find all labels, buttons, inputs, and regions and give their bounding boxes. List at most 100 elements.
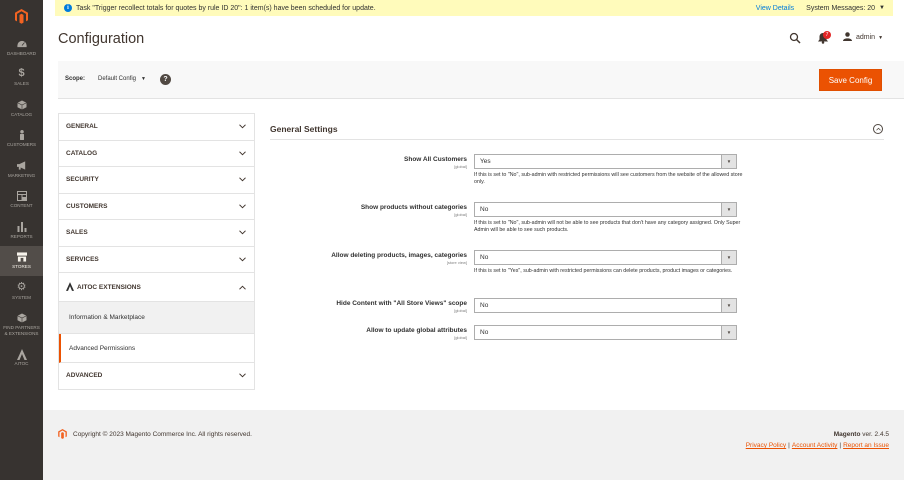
tab-catalog[interactable]: CATALOG: [59, 140, 254, 167]
system-message-bar: i Task "Trigger recollect totals for quo…: [55, 0, 893, 16]
privacy-policy-link[interactable]: Privacy Policy: [746, 442, 786, 449]
field-scope: [global]: [454, 164, 467, 169]
allow-deleting-select[interactable]: No ▼: [474, 250, 737, 265]
select-arrow-icon: ▼: [721, 251, 736, 264]
tab-label: AITOC EXTENSIONS: [77, 283, 141, 291]
tab-label: ADVANCED: [66, 372, 103, 380]
chevron-down-icon: [239, 202, 246, 211]
nav-aitoc[interactable]: AITOC: [0, 343, 43, 374]
tab-label: SERVICES: [66, 255, 99, 263]
chevron-down-icon[interactable]: ▼: [879, 5, 885, 11]
tab-security[interactable]: SECURITY: [59, 167, 254, 194]
tab-label: GENERAL: [66, 123, 98, 131]
magento-logo[interactable]: [0, 0, 43, 32]
nav-label: AITOC: [14, 361, 29, 366]
show-products-without-categories-select[interactable]: No ▼: [474, 202, 737, 217]
nav-system[interactable]: ⚙ SYSTEM: [0, 276, 43, 307]
scope-bar: Scope: Default Config ▼ ? Save Config: [58, 61, 904, 99]
separator: |: [839, 442, 842, 449]
field-label: Allow to update global attributes [global…: [366, 327, 467, 340]
nav-label: DASHBOARD: [6, 50, 37, 56]
tab-general[interactable]: GENERAL: [59, 114, 254, 141]
field-scope: [global]: [454, 308, 467, 313]
field-note: If this is set to "No", sub-admin with r…: [474, 172, 743, 186]
chevron-down-icon: [239, 228, 246, 237]
nav-label: CATALOG: [10, 111, 33, 117]
gear-icon: ⚙: [16, 280, 27, 293]
nav-label: SALES: [14, 81, 29, 86]
tab-aitoc-extensions[interactable]: AITOC EXTENSIONS: [59, 273, 254, 302]
user-icon: [843, 32, 852, 43]
chevron-down-icon: [239, 371, 246, 380]
nav-sales[interactable]: $ SALES: [0, 63, 43, 94]
dollar-icon: $: [18, 67, 25, 80]
view-details-link[interactable]: View Details: [756, 5, 794, 12]
system-messages-toggle[interactable]: System Messages: 20: [806, 5, 875, 12]
field-note: If this is set to "No", sub-admin will n…: [474, 220, 741, 234]
tab-customers[interactable]: CUSTOMERS: [59, 193, 254, 220]
cube-icon: [16, 100, 27, 110]
select-arrow-icon: ▼: [721, 299, 736, 312]
select-value: No: [480, 302, 489, 309]
report-issue-link[interactable]: Report an Issue: [843, 442, 889, 449]
scope-switcher[interactable]: Default Config ▼: [98, 76, 146, 82]
select-arrow-icon: ▼: [721, 155, 736, 168]
nav-catalog[interactable]: CATALOG: [0, 93, 43, 124]
save-config-button[interactable]: Save Config: [819, 69, 882, 91]
field-label-text: Hide Content with "All Store Views" scop…: [336, 300, 467, 307]
chevron-down-icon: [239, 122, 246, 131]
tab-sales[interactable]: SALES: [59, 220, 254, 247]
nav-label: REPORTS: [10, 233, 33, 239]
search-icon[interactable]: [789, 32, 801, 44]
magento-logo-icon: [58, 429, 67, 441]
chevron-down-icon: [239, 255, 246, 264]
field-label-text: Allow deleting products, images, categor…: [331, 252, 467, 259]
bar-chart-icon: [17, 221, 27, 232]
nav-label: MARKETING: [7, 172, 36, 178]
collapse-section-icon[interactable]: [873, 124, 883, 134]
tab-advanced[interactable]: ADVANCED: [59, 363, 254, 390]
field-scope: [store view]: [446, 260, 467, 265]
nav-reports[interactable]: REPORTS: [0, 215, 43, 246]
nav-content[interactable]: CONTENT: [0, 185, 43, 216]
subtab-advanced-permissions[interactable]: Advanced Permissions: [59, 334, 254, 363]
tab-label: SALES: [66, 229, 88, 237]
page-title: Configuration: [58, 31, 145, 47]
field-label: Show All Customers [global]: [404, 156, 467, 169]
megaphone-icon: [16, 161, 27, 171]
field-note: If this is set to "Yes", sub-admin with …: [474, 268, 733, 274]
message-text: Task "Trigger recollect totals for quote…: [76, 4, 376, 12]
nav-label: SYSTEM: [12, 294, 31, 300]
layout-icon: [16, 191, 27, 201]
nav-find-partners[interactable]: FIND PARTNERS & EXTENSIONS: [0, 307, 43, 343]
hide-content-all-store-views-select[interactable]: No ▼: [474, 298, 737, 313]
help-icon[interactable]: ?: [160, 74, 171, 85]
field-label-text: Show All Customers: [404, 156, 467, 163]
version-text: ver. 2.4.5: [862, 431, 889, 438]
allow-update-global-attributes-select[interactable]: No ▼: [474, 325, 737, 340]
field-label-text: Allow to update global attributes: [366, 327, 467, 334]
partners-cube-icon: [16, 313, 27, 323]
admin-user-menu[interactable]: admin ▼: [843, 32, 883, 43]
nav-stores[interactable]: STORES: [0, 245, 43, 276]
scope-value: Default Config: [98, 76, 137, 82]
tab-label: CUSTOMERS: [66, 202, 108, 210]
dashboard-icon: [16, 39, 27, 49]
tab-label: SECURITY: [66, 176, 99, 184]
show-all-customers-select[interactable]: Yes ▼: [474, 154, 737, 169]
nav-label: FIND PARTNERS & EXTENSIONS: [3, 325, 40, 336]
nav-dashboard[interactable]: DASHBOARD: [0, 32, 43, 63]
aitoc-icon: [16, 348, 27, 360]
account-activity-link[interactable]: Account Activity: [792, 442, 838, 449]
separator: |: [788, 442, 790, 449]
subtab-information-marketplace[interactable]: Information & Marketplace: [59, 302, 254, 334]
section-title[interactable]: General Settings: [270, 124, 338, 134]
nav-customers[interactable]: CUSTOMERS: [0, 124, 43, 155]
chevron-up-icon: [239, 283, 246, 292]
nav-label: CUSTOMERS: [6, 142, 37, 147]
select-value: No: [480, 254, 489, 261]
tab-services[interactable]: SERVICES: [59, 246, 254, 273]
caret-down-icon: ▼: [141, 76, 146, 82]
nav-marketing[interactable]: MARKETING: [0, 154, 43, 185]
notification-count-badge: 7: [823, 31, 831, 39]
